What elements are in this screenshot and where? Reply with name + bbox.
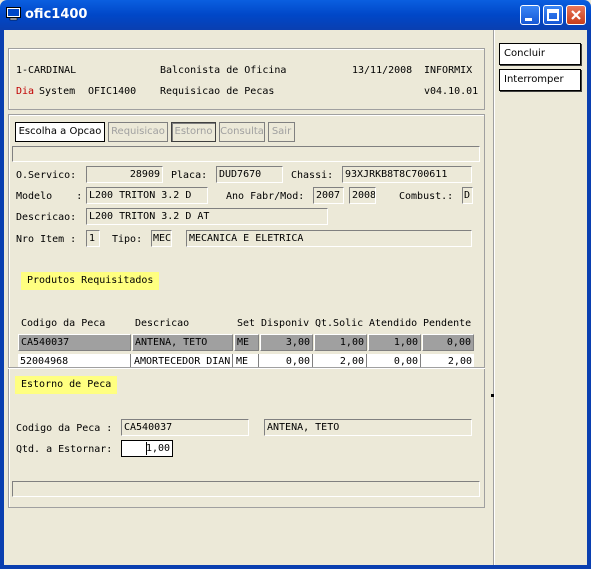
brand-dia: Dia (16, 86, 35, 97)
produtos-table: Codigo da Peca Descricao Set Disponiv Qt… (12, 310, 480, 368)
window-frame-bottom (0, 565, 591, 569)
cell-qt-solic: 1,00 (314, 334, 367, 351)
window-title: ofic1400 (25, 7, 88, 22)
estorno-codigo-field[interactable]: CA540037 (121, 419, 249, 436)
maximize-button[interactable] (543, 5, 563, 25)
cell-descricao: AMORTECEDOR DIAN (132, 354, 233, 368)
cell-atendido: 1,00 (368, 334, 421, 351)
app-icon (6, 7, 21, 21)
tab-sair[interactable]: Sair (268, 122, 295, 142)
ano-mod-field[interactable]: 2008 (349, 187, 376, 204)
tipo-desc-field: MECANICA E ELETRICA (186, 230, 472, 247)
cell-pendente: 2,00 (447, 356, 472, 367)
descricao-field[interactable]: L200 TRITON 3.2 D AT (86, 208, 328, 225)
chassi-field[interactable]: 93XJRKB8T8C700611 (342, 166, 472, 183)
message-bar (12, 146, 480, 162)
modelo-label: Modelo : (16, 191, 83, 202)
ano-fabr-field[interactable]: 2007 (313, 187, 344, 204)
brand-system: System (39, 86, 76, 97)
produtos-title: Produtos Requisitados (21, 272, 160, 290)
col-descricao: Descricao (135, 318, 190, 329)
chassi-label: Chassi: (291, 170, 334, 181)
item-field[interactable]: 1 (86, 230, 100, 247)
tab-escolha-opcao[interactable]: Escolha a Opcao (15, 122, 105, 142)
modelo-field[interactable]: L200 TRITON 3.2 D (86, 187, 208, 204)
company-name: 1-CARDINAL (16, 65, 77, 76)
version-label: v04.10.01 (424, 86, 479, 97)
qtd-estornar-label: Qtd. a Estornar: (16, 444, 113, 455)
minimize-icon (525, 18, 532, 21)
cell-codigo: 52004968 (18, 354, 131, 368)
window-frame-left (0, 30, 4, 569)
database-name: INFORMIX (424, 65, 473, 76)
col-pendente: Pendente (423, 318, 472, 329)
table-row[interactable]: 52004968 AMORTECEDOR DIAN ME 0,00 2,00 0… (18, 354, 474, 368)
text-cursor (146, 442, 147, 455)
table-row[interactable]: CA540037 ANTENA, TETO ME 3,00 1,00 1,00 … (18, 334, 474, 352)
tipo-code-field[interactable]: MEC (151, 230, 172, 247)
window-frame-right (587, 30, 591, 569)
estorno-descricao-field: ANTENA, TETO (264, 419, 472, 436)
cell-disponiv: 0,00 (260, 354, 313, 368)
header-panel (8, 48, 485, 110)
concluir-button[interactable]: Concluir (499, 43, 581, 65)
ano-label: Ano Fabr/Mod: (226, 191, 305, 202)
cell-pendente: 0,00 (422, 334, 474, 351)
os-field[interactable]: 28909 (86, 166, 163, 183)
tipo-label: Tipo: (112, 234, 143, 245)
estorno-title: Estorno de Peca (15, 376, 118, 394)
current-date: 13/11/2008 (352, 65, 413, 76)
cell-disponiv: 3,00 (260, 334, 313, 351)
user-role: Balconista de Oficina (160, 65, 287, 76)
estorno-codigo-label: Codigo da Peca : (16, 423, 113, 434)
close-icon (571, 10, 581, 20)
col-set: Set (237, 318, 256, 329)
cell-set: ME (234, 334, 259, 351)
col-disponiv: Disponiv (261, 318, 310, 329)
col-atendido: Atendido (369, 318, 418, 329)
placa-field[interactable]: DUD7670 (216, 166, 283, 183)
combustivel-label: Combust.: (399, 191, 454, 202)
col-codigo: Codigo da Peca (21, 318, 106, 329)
section-divider (8, 367, 485, 369)
maximize-icon (547, 9, 559, 21)
cell-descricao: ANTENA, TETO (132, 334, 233, 351)
item-label: Nro Item : (16, 234, 77, 245)
tab-requisicao[interactable]: Requisicao (108, 122, 168, 142)
resize-marker-icon (491, 394, 494, 397)
combustivel-field[interactable]: D (462, 187, 473, 204)
status-bar (12, 481, 480, 497)
program-code: OFIC1400 (88, 86, 137, 97)
os-label: O.Servico: (16, 170, 77, 181)
cell-atendido: 0,00 (368, 354, 421, 368)
title-bar[interactable]: ofic1400 (0, 0, 591, 30)
col-qt-solic: Qt.Solic (315, 318, 364, 329)
descricao-label: Descricao: (16, 212, 77, 223)
tab-consulta[interactable]: Consulta (219, 122, 265, 142)
minimize-button[interactable] (520, 5, 540, 25)
placa-label: Placa: (171, 170, 208, 181)
tab-estorno[interactable]: Estorno (171, 122, 216, 142)
qtd-estornar-input[interactable]: 1,00 (121, 440, 173, 457)
screen-title: Requisicao de Pecas (160, 86, 275, 97)
side-divider (493, 30, 495, 565)
interromper-button[interactable]: Interromper (499, 69, 581, 91)
cell-qt-solic: 2,00 (314, 354, 367, 368)
close-button[interactable] (566, 5, 586, 25)
cell-codigo: CA540037 (18, 334, 131, 351)
cell-set: ME (234, 354, 259, 368)
